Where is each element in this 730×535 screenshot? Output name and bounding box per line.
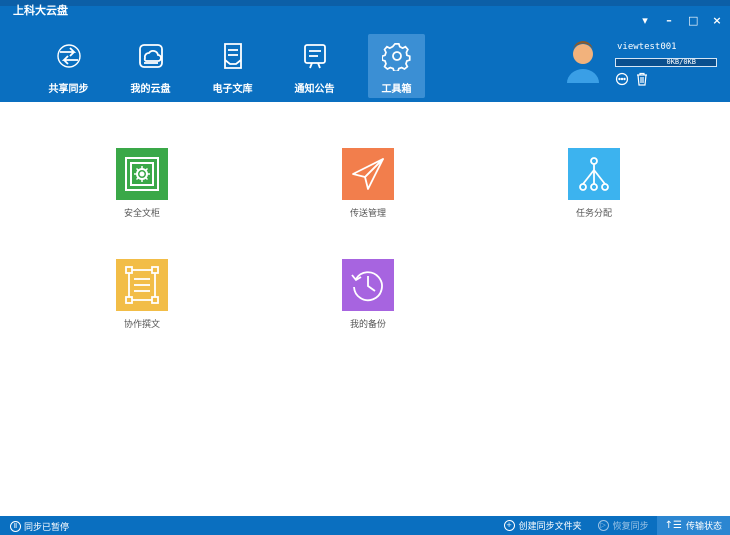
safe-icon [125,157,159,191]
paper-plane-icon [352,158,384,190]
user-panel: viewtest001 0KB/0KB [565,38,725,98]
status-bar: Ⅱ 同步已暂停 + 创建同步文件夹 ▷ 恢复同步 ↑☰ 传输状态 [0,516,730,535]
tool-task-assign[interactable]: 任务分配 [549,148,639,219]
sync-icon [56,44,81,68]
sync-status-text: 同步已暂停 [24,523,70,533]
tool-transfer-manager[interactable]: 传送管理 [323,148,413,219]
create-sync-folder-button[interactable]: + 创建同步文件夹 [496,516,590,535]
quota-text: 0KB/0KB [666,58,696,66]
main-nav: 共享同步 我的云盘 电子文库 通知公告 工具箱 [40,34,450,98]
history-icon [351,271,383,302]
pause-icon: Ⅱ [10,521,21,532]
library-icon [223,43,242,69]
notice-icon [303,44,326,69]
window-controls: ▾ – □ × [640,14,722,27]
create-sync-folder-label: 创建同步文件夹 [518,522,582,532]
cloud-drive-icon [138,44,163,68]
nav-item-notices[interactable]: 通知公告 [286,34,343,98]
nav-label: 通知公告 [294,84,335,95]
close-button[interactable]: × [712,14,722,27]
tool-label: 我的备份 [349,320,386,330]
user-actions [615,72,649,86]
resume-sync-label: 恢复同步 [612,522,649,532]
minimize-button[interactable]: – [664,14,674,27]
nav-label: 工具箱 [381,84,412,95]
tool-tile [568,148,620,200]
transfer-status-button[interactable]: ↑☰ 传输状态 [656,516,730,535]
tool-label: 安全文柜 [123,209,160,219]
tool-tile [342,259,394,311]
transfer-list-icon: ↑☰ [664,520,682,531]
plus-icon: + [503,520,515,531]
resume-sync-button[interactable]: ▷ 恢复同步 [590,516,657,535]
nav-item-share-sync[interactable]: 共享同步 [40,34,97,98]
chat-icon[interactable] [615,72,629,86]
top-bar: 上科大云盘 ▾ – □ × 共享同步 我的云盘 电子文库 通知公告 工具箱 vi… [0,0,730,102]
tool-label: 传送管理 [349,209,386,219]
play-icon: ▷ [597,520,609,531]
tool-tile [342,148,394,200]
document-icon [125,266,159,304]
tool-tile [116,148,168,200]
maximize-button[interactable]: □ [688,14,698,27]
username: viewtest001 [617,42,677,52]
hierarchy-icon [579,157,609,191]
trash-icon[interactable] [635,72,649,86]
nav-label: 电子文库 [212,84,253,95]
status-actions: + 创建同步文件夹 ▷ 恢复同步 ↑☰ 传输状态 [496,516,730,535]
sync-status[interactable]: Ⅱ 同步已暂停 [10,520,69,533]
tool-safe-cabinet[interactable]: 安全文柜 [97,148,187,219]
tool-tile [116,259,168,311]
transfer-status-label: 传输状态 [685,522,722,532]
nav-item-my-cloud[interactable]: 我的云盘 [122,34,179,98]
app-title: 上科大云盘 [13,4,68,17]
nav-label: 我的云盘 [130,84,171,95]
avatar[interactable] [565,41,601,83]
nav-label: 共享同步 [48,84,89,95]
title-strip [0,0,730,6]
tool-label: 任务分配 [575,209,612,219]
nav-item-library[interactable]: 电子文库 [204,34,261,98]
tool-label: 协作撰文 [123,320,160,330]
tool-collab-writing[interactable]: 协作撰文 [97,259,187,330]
tool-my-backup[interactable]: 我的备份 [323,259,413,330]
quota-bar: 0KB/0KB [615,58,717,67]
nav-item-toolbox[interactable]: 工具箱 [368,34,425,98]
toolbox-gear-icon [381,42,411,71]
menu-dropdown-icon[interactable]: ▾ [640,14,650,27]
